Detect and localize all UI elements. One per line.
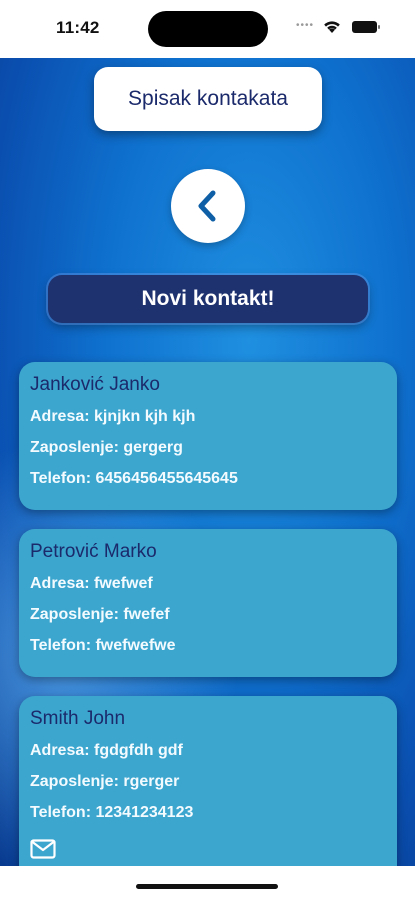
back-button[interactable] xyxy=(171,169,245,243)
contact-address: Adresa: fwefwef xyxy=(30,575,153,592)
contact-phone: Telefon: 6456456455645645 xyxy=(30,470,238,487)
page-title: Spisak kontakata xyxy=(94,67,322,131)
chevron-left-icon xyxy=(198,190,216,222)
status-time: 11:42 xyxy=(56,18,100,37)
new-contact-button[interactable]: Novi kontakt! xyxy=(48,275,368,323)
battery-icon xyxy=(352,21,380,33)
contact-phone: Telefon: 12341234123 xyxy=(30,804,194,821)
contact-phone: Telefon: fwefwefwe xyxy=(30,637,176,654)
contact-job: Zaposlenje: rgerger xyxy=(30,773,180,790)
dynamic-island xyxy=(148,11,268,47)
app-screen: 11:42 •••• Spisak kontakata Novi kontakt… xyxy=(0,0,415,900)
status-bar: 11:42 •••• xyxy=(0,0,415,58)
contact-job: Zaposlenje: gergerg xyxy=(30,439,183,456)
contact-card[interactable]: Janković Janko Adresa: kjnjkn kjh kjh Za… xyxy=(19,362,397,510)
home-bar xyxy=(0,866,415,900)
contact-name: Smith John xyxy=(30,708,126,729)
main-content: Spisak kontakata Novi kontakt! Janković … xyxy=(0,58,415,866)
mail-icon[interactable] xyxy=(30,839,56,859)
home-indicator[interactable] xyxy=(136,884,278,889)
contact-card[interactable]: Petrović Marko Adresa: fwefwef Zaposlenj… xyxy=(19,529,397,677)
contact-card[interactable]: Smith John Adresa: fgdgfdh gdf Zaposlenj… xyxy=(19,696,397,866)
contact-address: Adresa: fgdgfdh gdf xyxy=(30,742,183,759)
contact-job: Zaposlenje: fwefef xyxy=(30,606,170,623)
contact-address: Adresa: kjnjkn kjh kjh xyxy=(30,408,196,425)
contact-name: Petrović Marko xyxy=(30,541,157,562)
contact-name: Janković Janko xyxy=(30,374,160,395)
signal-dots-icon: •••• xyxy=(296,20,315,31)
wifi-icon xyxy=(324,21,340,33)
